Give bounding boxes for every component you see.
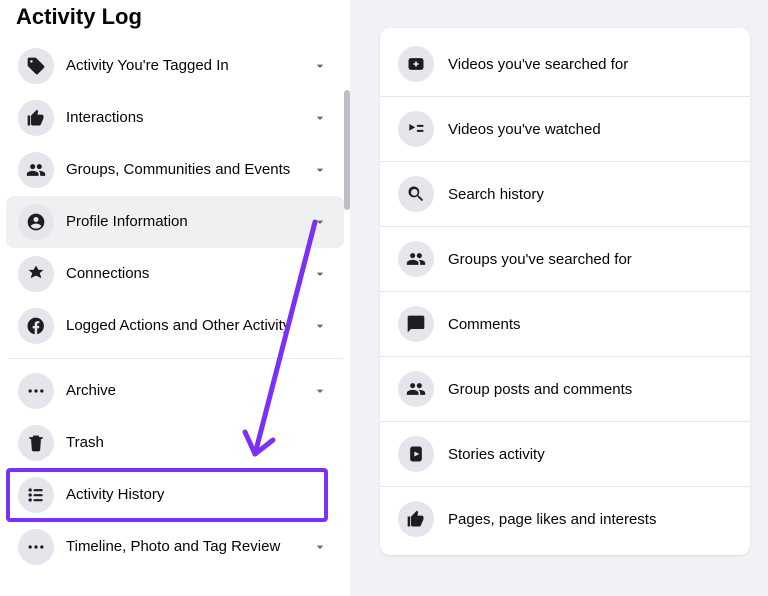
chevron-down-icon [312,266,328,282]
sidebar-item-connections[interactable]: Connections [6,248,344,300]
sidebar-item-label: Activity You're Tagged In [66,56,312,76]
activity-row-play-list[interactable]: Videos you've watched [380,97,750,162]
sidebar-item-list[interactable]: Activity History [6,469,344,521]
facebook-icon [18,308,54,344]
tag-icon [18,48,54,84]
section-divider [8,358,342,359]
sidebar-item-label: Interactions [66,108,312,128]
chevron-down-icon [312,318,328,334]
sidebar-item-label: Timeline, Photo and Tag Review [66,537,312,557]
sidebar-item-label: Trash [66,433,328,453]
activity-row-search[interactable]: Search history [380,162,750,227]
profile-icon [18,204,54,240]
sidebar-item-label: Activity History [66,485,328,505]
activity-row-label: Videos you've searched for [448,56,628,73]
sidebar-item-groups[interactable]: Groups, Communities and Events [6,144,344,196]
groups-icon [398,241,434,277]
activity-row-groups[interactable]: Group posts and comments [380,357,750,422]
sidebar-item-profile[interactable]: Profile Information [6,196,344,248]
scrollbar-thumb[interactable] [344,90,350,210]
sidebar-title: Activity Log [0,0,350,40]
search-icon [398,176,434,212]
activity-row-label: Groups you've searched for [448,251,632,268]
main-content: Videos you've searched for Videos you've … [350,0,768,596]
activity-row-label: Stories activity [448,446,545,463]
video-plus-icon [398,46,434,82]
play-list-icon [398,111,434,147]
sidebar-item-label: Profile Information [66,212,312,232]
activity-row-label: Search history [448,186,544,203]
comment-icon [398,306,434,342]
groups-icon [398,371,434,407]
sidebar-item-facebook[interactable]: Logged Actions and Other Activity [6,300,344,352]
activity-row-groups[interactable]: Groups you've searched for [380,227,750,292]
trash-icon [18,425,54,461]
thumb-icon [18,100,54,136]
activity-row-label: Pages, page likes and interests [448,511,656,528]
sidebar-item-trash[interactable]: Trash [6,417,344,469]
chevron-down-icon [312,110,328,126]
chevron-down-icon [312,58,328,74]
activity-row-label: Comments [448,316,521,333]
thumb-icon [398,501,434,537]
sidebar-item-dots[interactable]: Timeline, Photo and Tag Review [6,521,344,573]
sidebar-item-label: Connections [66,264,312,284]
activity-row-label: Group posts and comments [448,381,632,398]
sidebar-item-thumb[interactable]: Interactions [6,92,344,144]
chevron-down-icon [312,383,328,399]
chevron-down-icon [312,214,328,230]
activity-card: Videos you've searched for Videos you've … [380,28,750,555]
sidebar-item-tag[interactable]: Activity You're Tagged In [6,40,344,92]
activity-row-comment[interactable]: Comments [380,292,750,357]
connections-icon [18,256,54,292]
activity-row-thumb[interactable]: Pages, page likes and interests [380,487,750,551]
groups-icon [18,152,54,188]
activity-log-sidebar: Activity Log Activity You're Tagged In In… [0,0,350,596]
dots-icon [18,529,54,565]
activity-row-video-plus[interactable]: Videos you've searched for [380,32,750,97]
sidebar-item-label: Logged Actions and Other Activity [66,316,312,336]
dots-icon [18,373,54,409]
list-icon [18,477,54,513]
sidebar-item-label: Archive [66,381,312,401]
stories-icon [398,436,434,472]
activity-row-stories[interactable]: Stories activity [380,422,750,487]
sidebar-item-dots[interactable]: Archive [6,365,344,417]
activity-row-label: Videos you've watched [448,121,601,138]
chevron-down-icon [312,539,328,555]
sidebar-item-label: Groups, Communities and Events [66,160,312,180]
chevron-down-icon [312,162,328,178]
